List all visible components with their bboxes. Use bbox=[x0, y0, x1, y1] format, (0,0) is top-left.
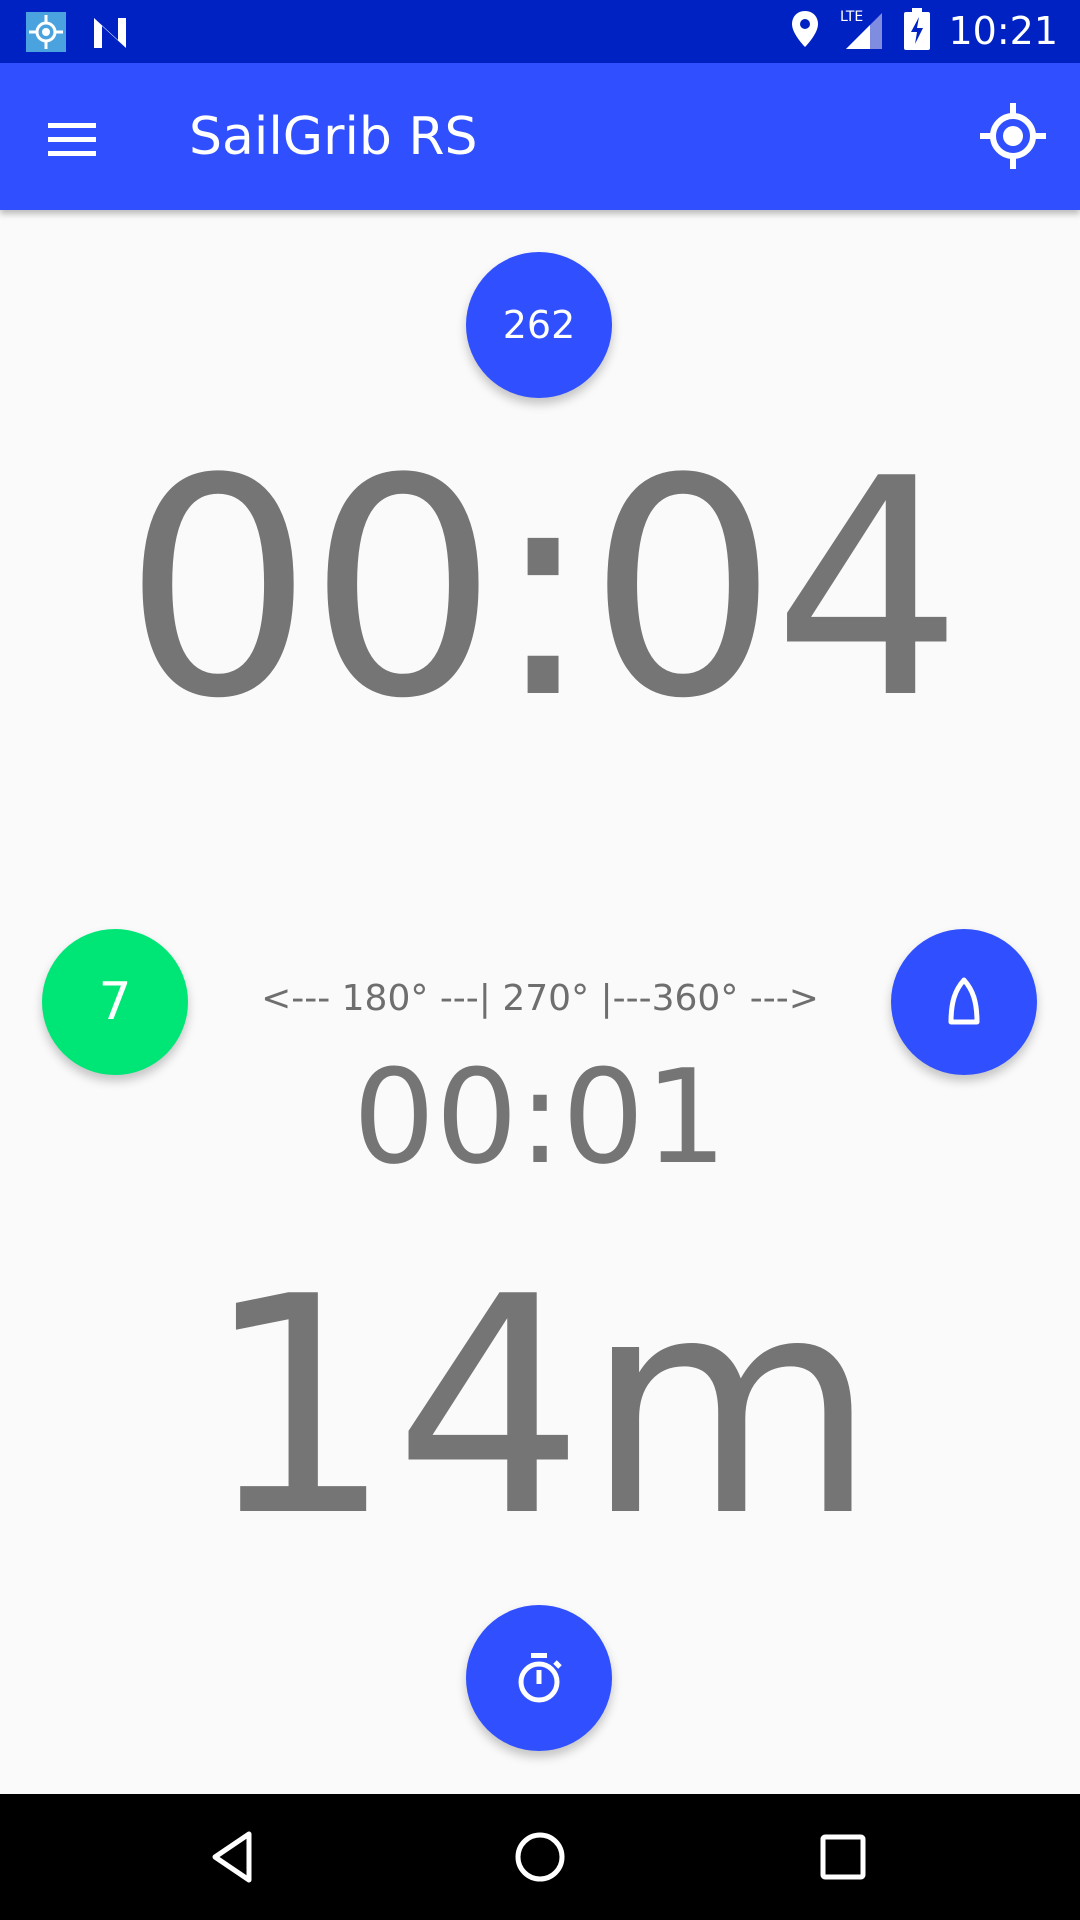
elapsed-timer: 00:01 bbox=[352, 1041, 728, 1193]
app-title: SailGrib RS bbox=[189, 107, 478, 167]
recent-apps-icon bbox=[820, 1834, 866, 1880]
status-time: 10:21 bbox=[948, 9, 1058, 53]
navigation-bar bbox=[0, 1794, 1080, 1920]
menu-icon bbox=[48, 123, 96, 156]
heading-button[interactable]: 262 bbox=[466, 252, 612, 398]
network-label: LTE bbox=[840, 9, 863, 25]
signal-icon: LTE bbox=[838, 7, 886, 56]
menu-button[interactable] bbox=[36, 103, 108, 175]
boat-icon bbox=[948, 977, 980, 1025]
home-icon bbox=[515, 1832, 565, 1882]
gps-status-icon bbox=[26, 12, 66, 57]
back-icon bbox=[212, 1831, 252, 1883]
countdown-timer: 00:04 bbox=[122, 415, 964, 764]
distance-value: 14m bbox=[203, 1233, 877, 1582]
stopwatch-icon bbox=[518, 1653, 562, 1703]
locate-button[interactable] bbox=[976, 99, 1050, 173]
home-button[interactable] bbox=[507, 1824, 573, 1890]
n-notification-icon bbox=[90, 12, 130, 57]
back-button[interactable] bbox=[203, 1824, 269, 1890]
battery-charging-icon bbox=[904, 7, 931, 55]
gps-fixed-icon bbox=[980, 103, 1046, 169]
location-icon bbox=[790, 9, 820, 54]
app-bar: SailGrib RS bbox=[0, 63, 1080, 210]
recent-apps-button[interactable] bbox=[810, 1824, 876, 1890]
status-bar: LTE 10:21 bbox=[0, 0, 1080, 63]
timer-button[interactable] bbox=[466, 1605, 612, 1751]
heading-value: 262 bbox=[502, 303, 576, 347]
